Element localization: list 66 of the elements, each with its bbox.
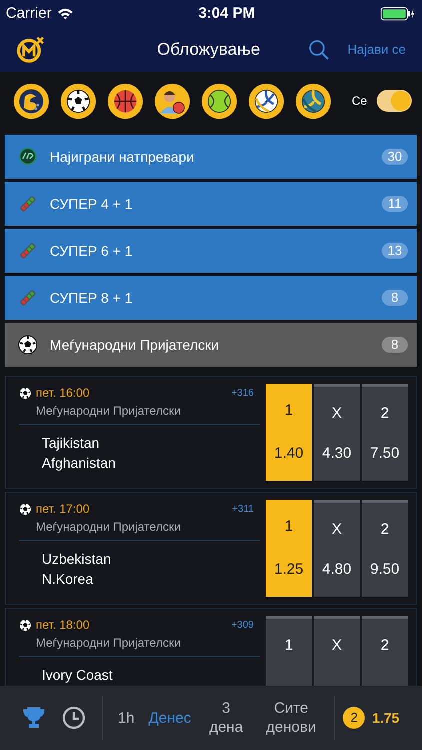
- slip-count-badge[interactable]: 2: [343, 707, 366, 729]
- volleyball-icon[interactable]: [295, 82, 332, 120]
- login-link[interactable]: Најави се: [348, 40, 406, 60]
- count-badge: 30: [382, 149, 408, 165]
- slip-total: 1.75: [372, 708, 400, 728]
- team-name: Uzbekistan: [42, 550, 112, 569]
- volleyball-icon[interactable]: [248, 82, 285, 120]
- clock-icon[interactable]: [62, 706, 86, 730]
- category-row[interactable]: СУПЕР 6 + 1 13: [5, 229, 417, 273]
- trophy-icon[interactable]: [22, 706, 46, 730]
- live-toggle[interactable]: [377, 90, 412, 112]
- odds-button[interactable]: 2 7.50: [362, 384, 408, 481]
- more-bets-link[interactable]: +311: [232, 502, 254, 516]
- tennis-ball-icon[interactable]: [201, 82, 238, 120]
- odds-button[interactable]: 2: [362, 616, 408, 686]
- count-badge: 8: [382, 290, 408, 306]
- logo-icon: [18, 147, 38, 167]
- category-row[interactable]: СУПЕР 8 + 1 8: [5, 276, 417, 320]
- odds-button[interactable]: 1 1.25: [266, 500, 312, 597]
- league-name: Меѓународни Пријателски: [19, 402, 260, 425]
- odds-button[interactable]: 1 1.40: [266, 384, 312, 481]
- carrier-label: Carrier: [6, 4, 52, 24]
- category-row[interactable]: СУПЕР 4 + 1 11: [5, 182, 417, 226]
- count-badge: 8: [382, 337, 408, 353]
- basketball-icon[interactable]: [107, 82, 144, 120]
- odds-button[interactable]: X: [314, 616, 360, 686]
- team-name: Ivory Coast: [42, 666, 114, 685]
- period-tab[interactable]: 3 дена: [198, 699, 254, 737]
- team-name: Afghanistan: [42, 454, 117, 473]
- soccer-ball-icon: [19, 386, 32, 400]
- period-tab[interactable]: Сите денови: [254, 699, 328, 737]
- soccer-ball-icon: [19, 618, 32, 632]
- period-tab[interactable]: 1h: [111, 708, 142, 728]
- wifi-icon: [56, 8, 74, 20]
- page-title: Обложување: [157, 39, 260, 62]
- league-name: Меѓународни Пријателски: [19, 634, 260, 657]
- team-name: N.Korea: [42, 570, 94, 589]
- period-tab[interactable]: Денес: [142, 708, 198, 728]
- odds-button[interactable]: 2 9.50: [362, 500, 408, 597]
- soccer-ball-icon: [19, 502, 32, 516]
- match-card[interactable]: пет. 17:00 +311 Меѓународни Пријателски Uzbekistan N.Korea 1 1.25 X 4.80 2 9.50: [5, 492, 417, 605]
- clock-time: 3:04 PM: [198, 4, 256, 24]
- odds-button[interactable]: 1: [266, 616, 312, 686]
- player-icon[interactable]: [154, 82, 191, 120]
- league-name: Меѓународни Пријателски: [19, 518, 260, 541]
- count-badge: 13: [382, 243, 408, 259]
- category-row[interactable]: Најиграни натпревари 30: [5, 135, 417, 179]
- more-bets-link[interactable]: +309: [231, 618, 254, 632]
- more-bets-link[interactable]: +316: [231, 386, 254, 400]
- ball-icon[interactable]: [13, 82, 50, 120]
- match-time: пет. 18:00: [36, 617, 90, 634]
- team-name: Tajikistan: [42, 434, 101, 453]
- battery-icon: [380, 7, 416, 21]
- match-card[interactable]: пет. 16:00 +316 Меѓународни Пријателски Tajikistan Afghanistan 1 1.40 X 4.30 2 7.50: [5, 376, 417, 489]
- soccer-ball-icon: [18, 335, 38, 355]
- match-time: пет. 17:00: [36, 501, 90, 518]
- match-card[interactable]: пет. 18:00 +309 Меѓународни Пријателски Ivory Coast 1 X 2: [5, 608, 417, 686]
- logo-icon[interactable]: [16, 35, 46, 65]
- odds-button[interactable]: X 4.80: [314, 500, 360, 597]
- count-badge: 11: [382, 196, 408, 212]
- odds-button[interactable]: X 4.30: [314, 384, 360, 481]
- match-time: пет. 16:00: [36, 385, 90, 402]
- category-row[interactable]: Меѓународни Пријателски 8: [5, 323, 417, 367]
- soccer-ball-icon[interactable]: [60, 82, 97, 120]
- toggle-label: Се: [352, 93, 368, 110]
- search-icon[interactable]: [308, 39, 330, 61]
